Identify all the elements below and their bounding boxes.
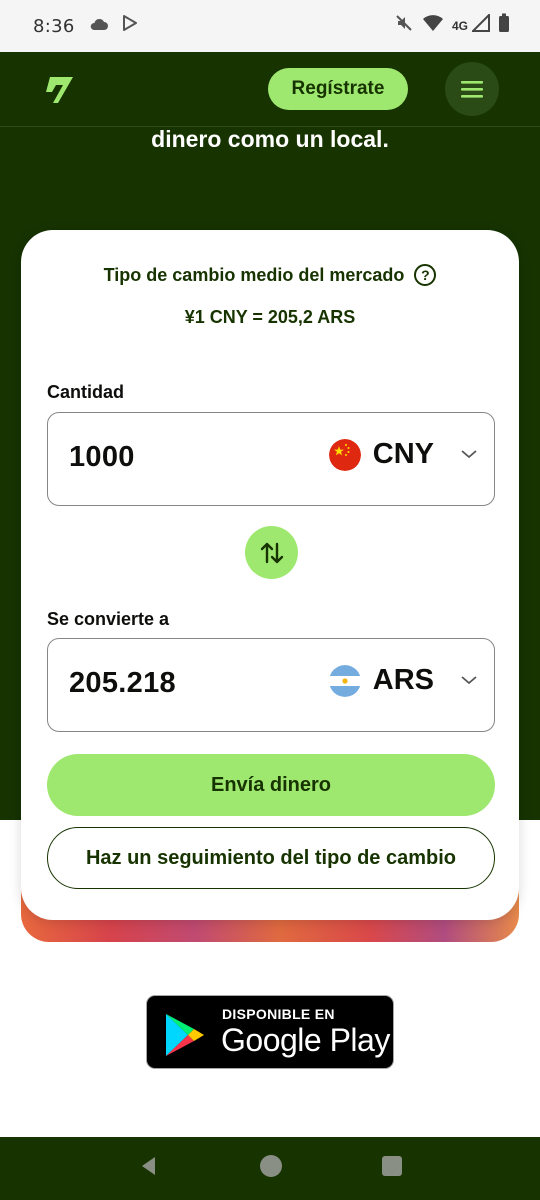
from-currency-select[interactable]: CNY — [328, 438, 478, 471]
status-time: 8:36 — [33, 15, 75, 37]
rate-title: Tipo de cambio medio del mercado — [103, 264, 405, 285]
swap-currencies-button[interactable] — [245, 526, 298, 579]
google-play-icon — [166, 1014, 204, 1056]
google-play-badge[interactable]: DISPONIBLE EN Google Play — [146, 995, 394, 1069]
from-currency-code: CNY — [372, 438, 434, 470]
converted-amount-input[interactable]: 205.218 ARS — [47, 638, 495, 732]
chevron-down-icon — [460, 672, 478, 690]
system-nav-bar — [0, 1137, 540, 1200]
amount-input[interactable]: 1000 CNY — [47, 412, 495, 506]
battery-icon — [498, 13, 510, 39]
play-store-icon — [121, 14, 139, 38]
home-icon[interactable] — [259, 1154, 283, 1183]
help-icon[interactable]: ? — [414, 264, 437, 286]
signal-icon — [470, 12, 490, 38]
hamburger-menu-icon — [461, 81, 483, 98]
mute-icon — [394, 13, 414, 39]
wise-logo-icon[interactable] — [44, 74, 76, 106]
to-currency-code: ARS — [372, 664, 434, 696]
chevron-down-icon — [460, 446, 478, 464]
converted-label: Se convierte a — [47, 609, 170, 629]
converted-value[interactable]: 205.218 — [69, 667, 176, 700]
network-type: 4G — [451, 19, 468, 33]
amount-label: Cantidad — [47, 382, 125, 402]
send-money-button[interactable]: Envía dinero — [47, 754, 495, 816]
rate-title-row: Tipo de cambio medio del mercado ? — [21, 264, 519, 286]
recents-icon[interactable] — [381, 1155, 403, 1182]
amount-value[interactable]: 1000 — [69, 441, 135, 474]
wifi-icon — [422, 14, 444, 38]
badge-small-text: DISPONIBLE EN — [222, 1006, 335, 1022]
top-nav: Regístrate — [0, 52, 540, 127]
hero-title: dinero como un local. — [151, 126, 389, 152]
swap-arrows-icon — [260, 542, 283, 563]
register-button[interactable]: Regístrate — [268, 68, 408, 110]
status-bar: 8:36 4G — [0, 0, 540, 52]
china-flag-icon — [328, 438, 361, 471]
argentina-flag-icon — [328, 664, 361, 697]
to-currency-select[interactable]: ARS — [328, 664, 478, 697]
badge-big-text: Google Play — [221, 1022, 390, 1058]
exchange-rate-value: ¥1 CNY = 205,2 ARS — [184, 307, 356, 327]
currency-converter-card: Tipo de cambio medio del mercado ? ¥1 CN… — [21, 230, 519, 920]
track-rate-button[interactable]: Haz un seguimiento del tipo de cambio — [47, 827, 495, 889]
cloud-icon — [89, 15, 109, 37]
hamburger-menu-button[interactable] — [445, 62, 499, 116]
back-icon[interactable] — [137, 1154, 161, 1183]
